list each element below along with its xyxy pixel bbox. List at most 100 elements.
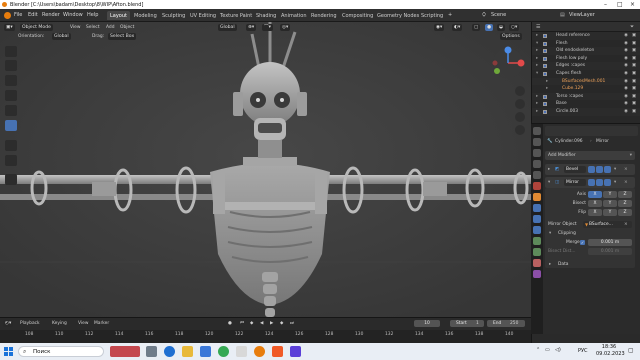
edit-mode-toggle-icon[interactable] [588,166,595,173]
windows-start-icon[interactable] [4,347,13,356]
snap-icon[interactable]: ⌒▾ [262,24,273,31]
task-view-icon[interactable] [146,346,157,357]
play-icon[interactable]: ▶ [270,320,273,327]
list-item[interactable]: ▸ Cube.129 ◉ ▣ [532,85,640,93]
volume-icon[interactable]: ◁) [555,347,561,353]
editor-type-button[interactable]: ▣▾ [4,24,15,31]
tab-animation[interactable]: Animation [278,11,310,20]
texture-tab-icon[interactable] [533,270,541,278]
render-toggle-icon[interactable] [604,166,611,173]
render-tab-icon[interactable] [533,138,541,146]
camera-icon[interactable]: ▣ [632,100,636,108]
camera-icon[interactable]: ▣ [632,78,636,86]
taskbar-search-input[interactable]: ⌕ Поиск [18,346,104,357]
language-indicator[interactable]: РУС [578,348,588,354]
play-reverse-icon[interactable]: ◀ [260,320,263,327]
material-tab-icon[interactable] [533,259,541,267]
camera-icon[interactable]: ▣ [632,85,636,93]
camera-icon[interactable]: ▣ [632,32,636,40]
annotate-tool-icon[interactable] [5,140,17,151]
view-menu[interactable]: View [70,24,80,31]
playback-menu[interactable]: Playback [20,320,40,327]
list-item[interactable]: ▸ Torso :capes ◉ ▣ [532,92,640,101]
object-menu[interactable]: Object [120,24,134,31]
viewlayer-selector[interactable]: ViewLayer [569,12,595,18]
tool-tab-icon[interactable] [533,127,541,135]
eye-icon[interactable]: ◉ [624,78,628,86]
modifier-tab-icon[interactable] [533,204,541,212]
output-tab-icon[interactable] [533,149,541,157]
add-cube-tool-icon[interactable] [5,174,17,185]
axis-y-button[interactable]: Y [603,191,617,198]
jump-end-icon[interactable]: ⏭ [290,320,294,327]
add-workspace-icon[interactable]: + [448,12,452,18]
eye-icon[interactable]: ◉ [624,32,628,40]
current-frame-field[interactable]: 10 [414,320,440,327]
list-item[interactable]: ▸ Flesh low poly ◉ ▣ [532,55,640,63]
select-box-tool-icon[interactable] [5,46,17,57]
scale-tool-icon[interactable] [5,105,17,116]
rotate-tool-icon[interactable] [5,90,17,101]
menu-edit[interactable]: Edit [28,12,38,18]
move-tool-icon[interactable] [5,75,17,86]
list-item[interactable]: ▸ Edges :capes ◉ ▣ [532,62,640,70]
eye-icon[interactable]: ◉ [624,93,628,101]
zoom-icon[interactable] [515,86,525,96]
timeline-editor-icon[interactable]: ◴▾ [3,320,14,327]
eye-icon[interactable]: ◉ [624,85,628,93]
clear-field-icon[interactable]: × [624,221,628,228]
chrome-icon[interactable] [218,346,229,357]
camera-icon[interactable]: ▣ [632,62,636,70]
axis-z-button[interactable]: Z [618,191,632,198]
keying-menu[interactable]: Keying [52,320,67,327]
jump-start-icon[interactable]: ⏮ [240,320,244,327]
store-icon[interactable] [236,346,247,357]
camera-icon[interactable]: ▣ [632,40,636,48]
overlays-icon[interactable]: ◐▾ [452,24,463,31]
options-button[interactable]: Options [500,33,522,40]
list-item[interactable]: ▸ Head reference ◉ ▣ [532,32,640,40]
expand-icon[interactable]: ▸ [548,166,550,173]
eye-icon[interactable]: ◉ [624,62,628,70]
eye-icon[interactable]: ◉ [624,100,628,108]
navigation-gizmo[interactable] [491,46,525,80]
shading-rendered-icon[interactable]: ○▾ [509,24,520,31]
tab-compositing[interactable]: Compositing [339,11,376,20]
modifier-dropdown-icon[interactable]: ▾ [614,166,616,173]
app-k-icon[interactable] [290,346,301,357]
scene-tab-icon[interactable] [533,171,541,179]
clock-time[interactable]: 18:36 [596,344,622,350]
maximize-icon[interactable]: □ [617,1,623,8]
tab-layout[interactable]: Layout [107,11,130,20]
list-item[interactable]: ▾ Flesh ◉ ▣ [532,40,640,48]
view-layer-tab-icon[interactable] [533,160,541,168]
tab-sculpting[interactable]: Sculpting [159,11,188,20]
view-menu[interactable]: View [78,320,88,327]
prev-key-icon[interactable]: ◆ [250,320,253,327]
network-icon[interactable]: ▭ [545,347,550,353]
add-menu[interactable]: Add [106,24,115,31]
eye-icon[interactable]: ◉ [624,55,628,63]
camera-icon[interactable]: ▣ [632,55,636,63]
menu-render[interactable]: Render [42,12,60,18]
merge-checkbox[interactable]: ✓ [580,240,585,245]
eye-icon[interactable]: ◉ [624,108,628,116]
3d-viewport[interactable] [0,22,531,317]
merge-distance-field[interactable]: 0.001 m [588,239,632,246]
data-tab-icon[interactable] [533,248,541,256]
xray-icon[interactable]: ▢ [472,24,481,31]
transform-tool-icon[interactable] [5,120,17,131]
proportional-edit-icon[interactable]: ◎▾ [280,24,291,31]
scene-selector[interactable]: Scene [491,12,506,18]
world-tab-icon[interactable] [533,182,541,190]
eye-icon[interactable]: ◉ [624,47,628,55]
tray-chevron-icon[interactable]: ⌃ [536,347,540,353]
edge-browser-icon[interactable] [164,346,175,357]
tab-texture-paint[interactable]: Texture Paint [217,11,255,20]
select-menu[interactable]: Select [86,24,100,31]
shading-solid-icon[interactable]: ● [485,24,494,31]
perspective-toggle-icon[interactable] [515,125,525,135]
properties-search[interactable] [545,126,638,136]
menu-file[interactable]: File [14,12,22,18]
blender-menu-icon[interactable] [4,12,11,19]
